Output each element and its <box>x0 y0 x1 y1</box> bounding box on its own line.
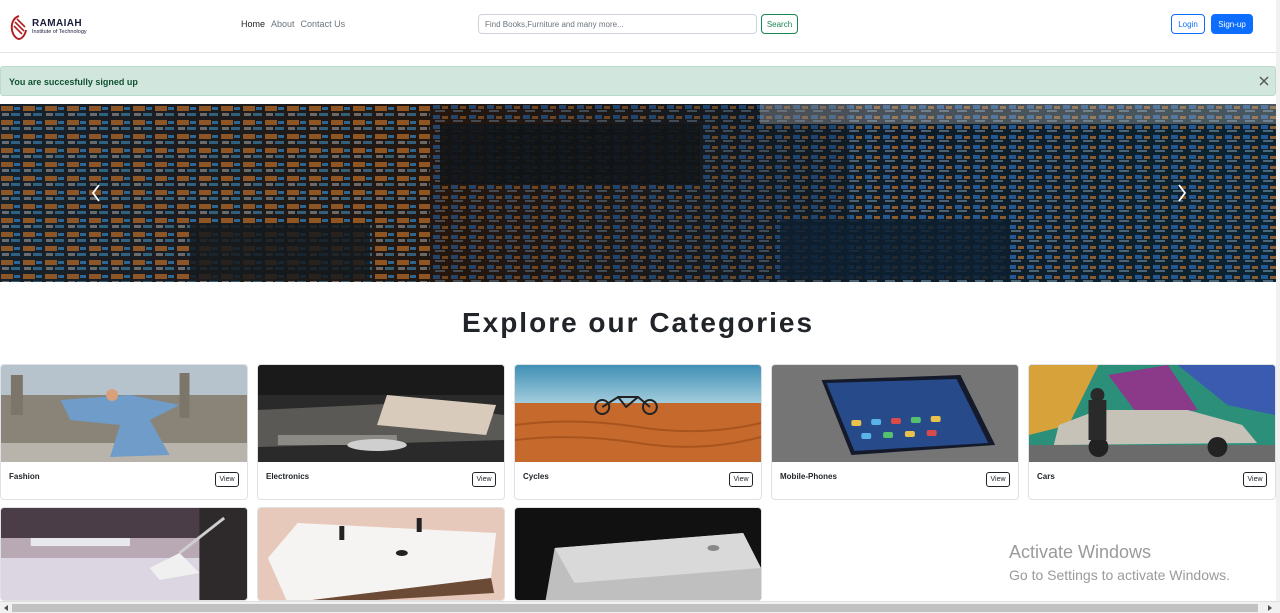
view-button[interactable]: View <box>472 472 496 487</box>
lamp-image <box>1 508 247 600</box>
nav-link-about[interactable]: About <box>271 19 295 29</box>
category-title: Fashion <box>9 472 40 481</box>
nav-link-contact[interactable]: Contact Us <box>301 19 346 29</box>
category-card-sink <box>257 507 505 601</box>
search-button[interactable]: Search <box>761 14 798 34</box>
sink-image <box>258 508 504 600</box>
category-card-mobile-phones: Mobile-Phones View <box>771 364 1019 500</box>
page-heading: Explore our Categories <box>461 307 815 338</box>
logo-title: RAMAIAH <box>32 17 83 29</box>
cars-image <box>1029 365 1275 462</box>
fashion-image <box>1 365 247 462</box>
category-card-electronics: Electronics View <box>257 364 505 500</box>
chevron-right-icon[interactable] <box>1174 182 1190 204</box>
view-button[interactable]: View <box>1243 472 1267 487</box>
circuit-board-image <box>0 104 1276 282</box>
category-title: Electronics <box>266 472 310 481</box>
category-card-cycles: Cycles View <box>514 364 762 500</box>
brand-logo[interactable]: RAMAIAH Institute of Technology <box>9 12 99 42</box>
view-button[interactable]: View <box>729 472 753 487</box>
windows-activation-watermark: Activate Windows Go to Settings to activ… <box>1009 542 1230 583</box>
category-card-lamp <box>0 507 248 601</box>
close-icon[interactable] <box>1257 74 1271 88</box>
laptop-image <box>515 508 761 600</box>
horizontal-scrollbar[interactable] <box>0 601 1280 613</box>
navbar: RAMAIAH Institute of Technology Home Abo… <box>0 0 1276 53</box>
category-card-laptop <box>514 507 762 601</box>
scroll-left-arrow-icon[interactable] <box>2 604 10 612</box>
login-button[interactable]: Login <box>1171 14 1205 34</box>
search-input[interactable] <box>478 14 757 34</box>
mobile-phones-image <box>772 365 1018 462</box>
horizontal-scrollbar-thumb[interactable] <box>12 604 1258 612</box>
category-card-fashion: Fashion View <box>0 364 248 500</box>
vertical-scrollbar[interactable] <box>1276 0 1280 601</box>
logo-subtitle: Institute of Technology <box>32 28 87 35</box>
alert-message: You are succesfully signed up <box>9 77 138 87</box>
chevron-left-icon[interactable] <box>88 182 104 204</box>
signup-button[interactable]: Sign-up <box>1211 14 1253 34</box>
category-title: Cars <box>1037 472 1055 481</box>
scroll-right-arrow-icon[interactable] <box>1266 604 1274 612</box>
view-button[interactable]: View <box>215 472 239 487</box>
nav-links: Home About Contact Us <box>241 19 351 29</box>
hero-carousel <box>0 104 1276 282</box>
category-title: Cycles <box>523 472 549 481</box>
ramaiah-logo-icon <box>10 14 27 40</box>
view-button[interactable]: View <box>986 472 1010 487</box>
electronics-image <box>258 365 504 462</box>
category-title: Mobile-Phones <box>780 472 837 481</box>
cycles-image <box>515 365 761 462</box>
success-alert: You are succesfully signed up <box>0 66 1276 96</box>
watermark-subtitle: Go to Settings to activate Windows. <box>1009 567 1230 583</box>
watermark-title: Activate Windows <box>1009 542 1152 562</box>
nav-link-home[interactable]: Home <box>241 19 265 29</box>
category-card-cars: Cars View <box>1028 364 1276 500</box>
